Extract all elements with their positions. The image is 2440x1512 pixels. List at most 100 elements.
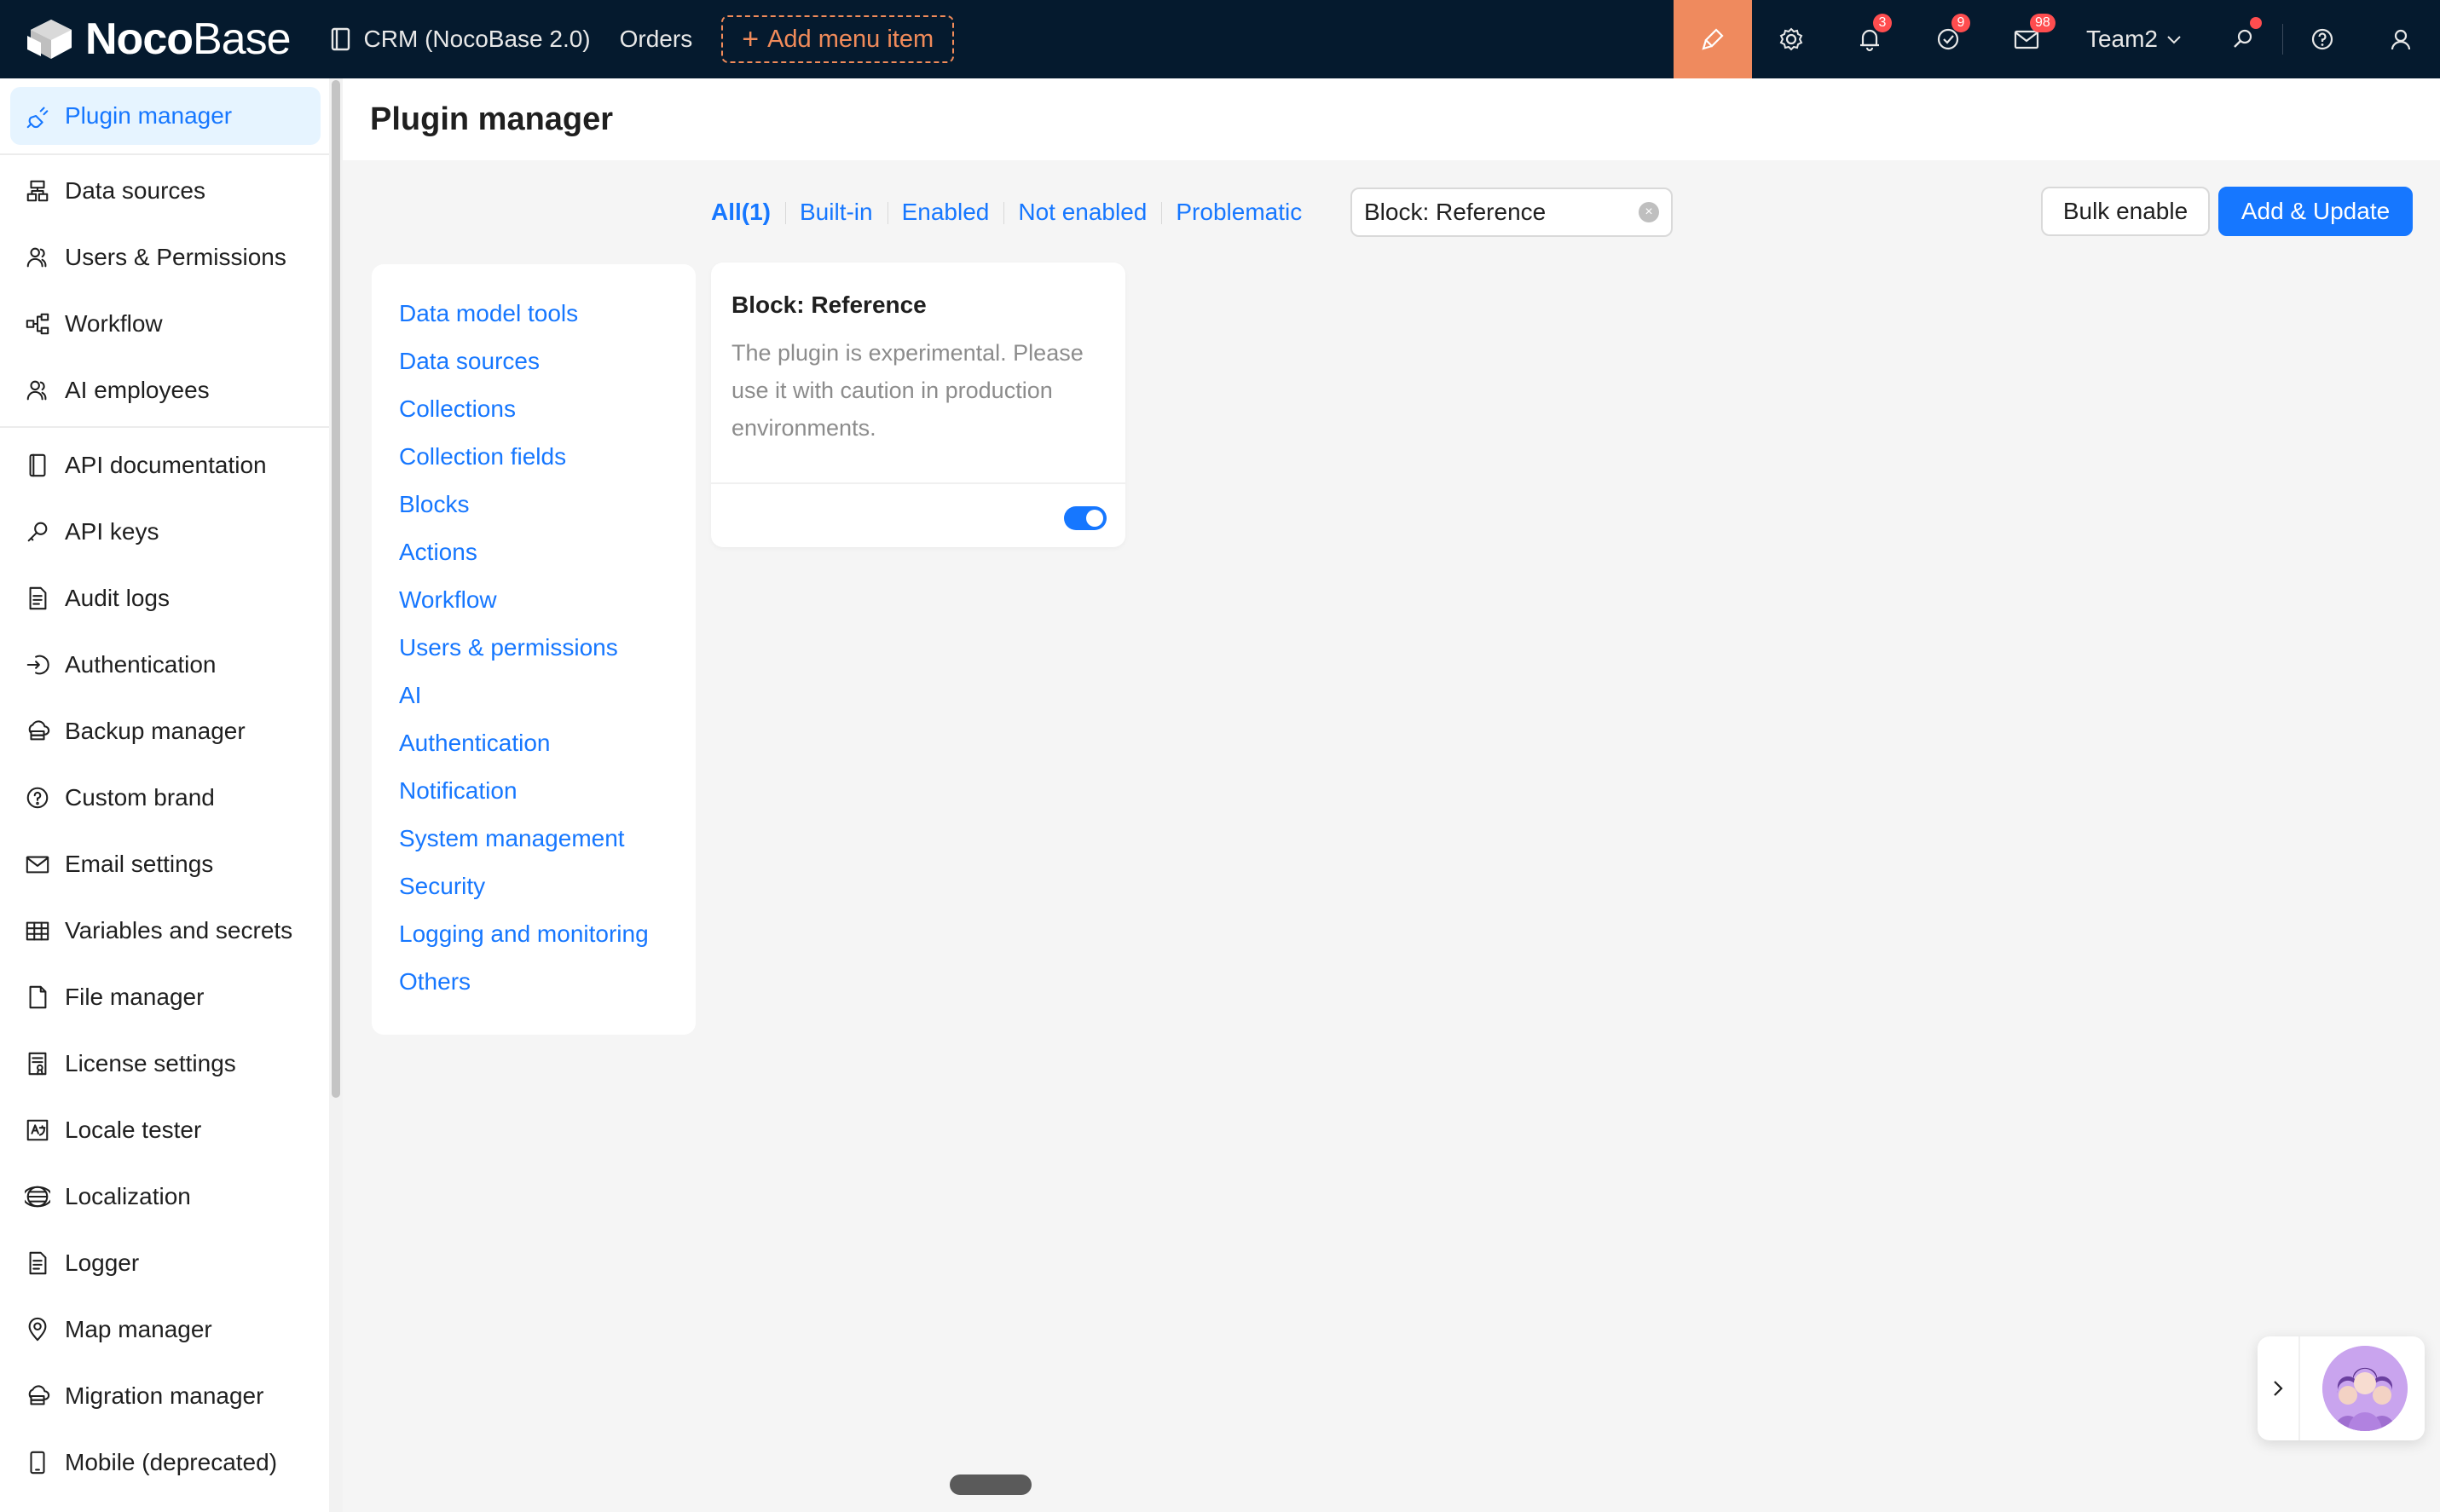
users-icon [22, 242, 53, 273]
category-link[interactable]: Blocks [399, 491, 469, 518]
toggle-knob [1086, 510, 1103, 527]
category-link[interactable]: Users & permissions [399, 634, 618, 661]
scrollbar-thumb[interactable] [332, 80, 340, 1098]
highlighter-icon [1702, 28, 1724, 50]
messages-button[interactable]: 98 [1987, 0, 2066, 78]
ai-search-button[interactable] [2204, 0, 2282, 78]
plugin-search-input[interactable] [1364, 199, 1628, 226]
sidebar-item-ai-employees[interactable]: AI employees [10, 361, 321, 419]
filter-all[interactable]: All(1) [711, 199, 785, 226]
sidebar-item-localization[interactable]: Localization [10, 1168, 321, 1226]
logo-cube-icon [27, 20, 72, 59]
sidebar-item-workflow[interactable]: Workflow [10, 295, 321, 353]
sidebar-item-label: Custom brand [65, 784, 215, 811]
category-link[interactable]: Collection fields [399, 443, 566, 470]
tasks-button[interactable]: 9 [1909, 0, 1987, 78]
sidebar-item-authentication[interactable]: Authentication [10, 636, 321, 694]
ai-employees-icon [2322, 1346, 2408, 1431]
category-link[interactable]: System management [399, 825, 625, 852]
sidebar-item-locale-tester[interactable]: Locale tester [10, 1101, 321, 1159]
sidebar-scrollbar[interactable] [329, 78, 343, 1512]
plugin-search-field[interactable]: × [1350, 188, 1673, 237]
sidebar-item-api-keys[interactable]: API keys [10, 503, 321, 561]
search-icon [2234, 29, 2252, 48]
sidebar-item-label: Localization [65, 1183, 191, 1209]
sidebar-item-backup-manager[interactable]: Backup manager [10, 702, 321, 760]
add-update-button[interactable]: Add & Update [2218, 187, 2413, 236]
notifications-button[interactable]: 3 [1830, 0, 1909, 78]
sidebar-item-label: Email settings [65, 851, 214, 877]
sidebar-item-api-documentation[interactable]: API documentation [10, 436, 321, 494]
sidebar-item-custom-brand[interactable]: Custom brand [10, 769, 321, 827]
category-link[interactable]: Collections [399, 395, 516, 423]
sidebar-item-label: Authentication [65, 651, 217, 678]
category-link[interactable]: Authentication [399, 730, 550, 757]
key-icon [22, 517, 53, 547]
filter-built-in[interactable]: Built-in [785, 199, 888, 226]
sidebar-item-users-permissions[interactable]: Users & Permissions [10, 228, 321, 286]
category-link[interactable]: Logging and monitoring [399, 920, 649, 948]
category-link[interactable]: Others [399, 968, 471, 995]
help-button[interactable] [2283, 0, 2362, 78]
sidebar-item-license-settings[interactable]: License settings [10, 1035, 321, 1093]
sidebar-item-mobile-deprecated[interactable]: Mobile (deprecated) [10, 1434, 321, 1492]
sidebar-item-file-manager[interactable]: File manager [10, 968, 321, 1026]
file-text-icon [22, 1248, 53, 1278]
ai-user-icon [22, 375, 53, 406]
globe-icon [22, 1181, 53, 1212]
file-icon [22, 982, 53, 1013]
plugin-category-list: Data model tools Data sources Collections C… [372, 264, 696, 1035]
category-link[interactable]: Security [399, 873, 485, 900]
sidebar-item-data-sources[interactable]: Data sources [10, 162, 321, 220]
plus-icon: + [742, 22, 760, 55]
user-icon [2391, 29, 2411, 50]
nav-item-crm[interactable]: CRM (NocoBase 2.0) [330, 0, 591, 78]
gear-icon [1779, 27, 1803, 51]
sidebar-item-map-manager[interactable]: Map manager [10, 1301, 321, 1359]
page-title: Plugin manager [370, 101, 614, 137]
sidebar-item-variables-and-secrets[interactable]: Variables and secrets [10, 902, 321, 960]
ai-employee-float-panel[interactable] [2258, 1336, 2425, 1440]
category-link[interactable]: Actions [399, 539, 477, 566]
sidebar-divider [0, 153, 329, 155]
clear-icon[interactable]: × [1639, 202, 1659, 222]
sidebar-item-label: Mobile (deprecated) [65, 1449, 278, 1475]
map-pin-icon [22, 1314, 53, 1345]
ui-editor-button[interactable] [1673, 0, 1752, 78]
category-link[interactable]: AI [399, 682, 421, 709]
team-switcher[interactable]: Team2 [2066, 0, 2204, 78]
sidebar-item-label: Logger [65, 1249, 140, 1276]
sidebar-item-plugin-manager[interactable]: Plugin manager [10, 87, 321, 145]
category-link[interactable]: Notification [399, 777, 517, 805]
plugin-card[interactable]: Block: Reference The plugin is experimen… [711, 263, 1125, 547]
expand-button[interactable] [2258, 1336, 2300, 1440]
settings-button[interactable] [1752, 0, 1830, 78]
sidebar-item-label: Plugin manager [65, 102, 233, 129]
filter-not-enabled[interactable]: Not enabled [1003, 199, 1161, 226]
plugin-enable-toggle[interactable] [1064, 506, 1107, 530]
nocobase-logo[interactable]: NocoBase [26, 0, 292, 78]
login-icon [22, 649, 53, 680]
user-menu-button[interactable] [2362, 0, 2440, 78]
category-link[interactable]: Data sources [399, 348, 540, 375]
sidebar-item-label: Variables and secrets [65, 917, 293, 944]
sidebar-item-label: Users & Permissions [65, 244, 286, 270]
horizontal-scroll-handle[interactable] [950, 1474, 1032, 1495]
sidebar-item-audit-logs[interactable]: Audit logs [10, 569, 321, 627]
file-text-icon [22, 583, 53, 614]
category-link[interactable]: Workflow [399, 586, 497, 614]
add-menu-item-button[interactable]: + Add menu item [721, 15, 955, 63]
sidebar-item-email-settings[interactable]: Email settings [10, 835, 321, 893]
ai-employee-avatar[interactable] [2322, 1346, 2408, 1431]
sidebar-item-migration-manager[interactable]: Migration manager [10, 1367, 321, 1425]
sidebar-item-label: API documentation [65, 452, 267, 478]
category-link[interactable]: Data model tools [399, 300, 578, 327]
filter-problematic[interactable]: Problematic [1161, 199, 1316, 226]
sidebar-item-logger[interactable]: Logger [10, 1234, 321, 1292]
book-icon [331, 27, 350, 51]
nav-item-orders[interactable]: Orders [620, 0, 693, 78]
bulk-enable-button[interactable]: Bulk enable [2041, 187, 2210, 236]
filter-enabled[interactable]: Enabled [887, 199, 1004, 226]
sidebar-divider [0, 426, 329, 428]
sidebar-item-label: Backup manager [65, 718, 246, 744]
